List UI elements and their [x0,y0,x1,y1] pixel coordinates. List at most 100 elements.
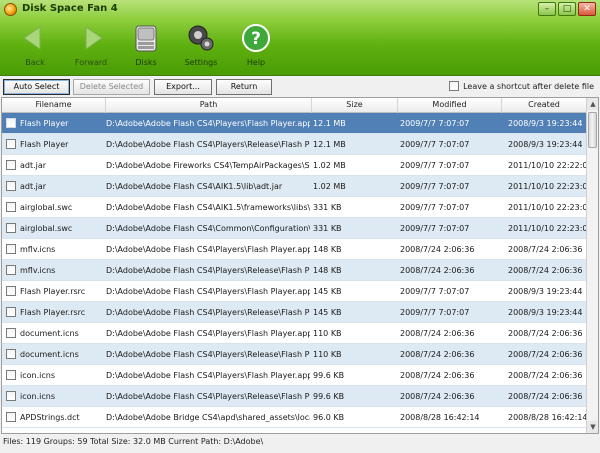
table-row[interactable]: document.icns D:\Adobe\Adobe Flash CS4\Pl… [2,344,587,365]
row-checkbox[interactable] [6,370,16,380]
column-created[interactable]: Created [502,98,587,113]
cell-filename: Flash Player.rsrc [20,287,86,296]
action-bar: Auto Select Delete Selected Export... Re… [0,77,600,97]
return-button[interactable]: Return [216,79,272,95]
close-button[interactable]: ✕ [578,2,596,16]
settings-button[interactable]: Settings [178,20,224,72]
table-row[interactable]: adt.jar D:\Adobe\Adobe Flash CS4\AIK1.5\l… [2,176,587,197]
title-bar: Disk Space Fan 4 – □ ✕ [0,0,600,20]
cell-size: 12.1 MB [313,119,346,128]
scroll-down-icon[interactable]: ▼ [587,421,598,433]
disk-drive-icon [131,23,161,53]
row-checkbox[interactable] [6,412,16,422]
cell-filename: adt.jar [20,182,47,191]
delete-selected-button[interactable]: Delete Selected [73,79,150,95]
cell-size: 1.02 MB [313,161,346,170]
cell-path: D:\Adobe\Adobe Flash CS4\AIK1.5\framewor… [106,203,310,212]
cell-modified: 2009/7/7 7:07:07 [400,308,470,317]
help-button[interactable]: ? Help [233,20,279,72]
column-path[interactable]: Path [106,98,312,113]
row-checkbox[interactable] [6,391,16,401]
table-row[interactable]: document.icns D:\Adobe\Adobe Flash CS4\Pl… [2,323,587,344]
cell-modified: 2008/7/24 2:06:36 [400,392,475,401]
cell-path: D:\Adobe\Adobe Flash CS4\Players\Release… [106,350,310,359]
table-header: Filename Path Size Modified Created [2,98,587,113]
table-row[interactable]: Flash Player.rsrc D:\Adobe\Adobe Flash CS… [2,281,587,302]
column-size[interactable]: Size [312,98,398,113]
cell-path: D:\Adobe\Adobe Flash CS4\Players\Flash P… [106,119,310,128]
shortcut-label: Leave a shortcut after delete file [463,81,594,91]
column-modified[interactable]: Modified [398,98,502,113]
cell-size: 99.6 KB [313,371,345,380]
cell-filename: adt.jar [20,161,47,170]
row-checkbox[interactable] [6,307,16,317]
cell-created: 2008/7/24 2:06:36 [508,329,583,338]
app-logo-icon [4,3,17,16]
vertical-scrollbar[interactable]: ▲ ▼ [586,98,598,433]
file-table: Filename Path Size Modified Created Flas… [1,97,599,434]
table-row[interactable]: icon.icns D:\Adobe\Adobe Flash CS4\Player… [2,365,587,386]
shortcut-checkbox[interactable] [449,81,460,91]
maximize-button[interactable]: □ [558,2,576,16]
disks-button[interactable]: Disks [123,20,169,72]
row-checkbox[interactable] [6,118,16,128]
table-row[interactable]: APDStrings.dct D:\Adobe\Adobe Bridge CS4\… [2,407,587,428]
cell-filename: Flash Player [20,140,69,149]
table-row[interactable]: mflv.icns D:\Adobe\Adobe Flash CS4\Player… [2,239,587,260]
table-row[interactable]: airglobal.swc D:\Adobe\Adobe Flash CS4\AI… [2,197,587,218]
cell-filename: document.icns [20,329,79,338]
table-row[interactable]: Flash Player D:\Adobe\Adobe Flash CS4\Pla… [2,134,587,155]
main-toolbar: Back Forward Disks Settings ? Help [0,20,600,76]
cell-filename: mflv.icns [20,266,56,275]
cell-filename: APDStrings.dct [20,413,80,422]
cell-filename: Flash Player.rsrc [20,308,86,317]
cell-created: 2008/9/3 19:23:44 [508,308,583,317]
cell-size: 145 KB [313,308,342,317]
table-row[interactable]: adt.jar D:\Adobe\Adobe Fireworks CS4\Temp… [2,155,587,176]
row-checkbox[interactable] [6,223,16,233]
cell-path: D:\Adobe\Adobe Flash CS4\Players\Release… [106,266,310,275]
cell-created: 2008/7/24 2:06:36 [508,245,583,254]
row-checkbox[interactable] [6,202,16,212]
row-checkbox[interactable] [6,181,16,191]
cell-filename: icon.icns [20,371,55,380]
back-arrow-icon [20,23,50,53]
cell-path: D:\Adobe\Adobe Fireworks CS4\TempAirPack… [106,161,310,170]
table-row[interactable]: Flash Player.rsrc D:\Adobe\Adobe Flash CS… [2,302,587,323]
shortcut-option[interactable]: Leave a shortcut after delete file [449,81,594,91]
cell-size: 12.1 MB [313,140,346,149]
scroll-up-icon[interactable]: ▲ [587,98,598,110]
row-checkbox[interactable] [6,328,16,338]
cell-filename: airglobal.swc [20,203,73,212]
cell-modified: 2008/8/28 16:42:14 [400,413,480,422]
row-checkbox[interactable] [6,286,16,296]
table-row[interactable]: mflv.icns D:\Adobe\Adobe Flash CS4\Player… [2,260,587,281]
table-row[interactable]: airglobal.swc D:\Adobe\Adobe Flash CS4\Co… [2,218,587,239]
export-button[interactable]: Export... [154,79,212,95]
table-row[interactable]: Flash Player D:\Adobe\Adobe Flash CS4\Pla… [2,113,587,134]
minimize-button[interactable]: – [538,2,556,16]
row-checkbox[interactable] [6,244,16,254]
back-button[interactable]: Back [12,20,58,72]
cell-modified: 2008/7/24 2:06:36 [400,329,475,338]
cell-modified: 2009/7/7 7:07:07 [400,140,470,149]
column-filename[interactable]: Filename [2,98,106,113]
cell-filename: airglobal.swc [20,224,73,233]
cell-path: D:\Adobe\Adobe Bridge CS4\apd\shared_ass… [106,413,310,422]
cell-created: 2008/7/24 2:06:36 [508,371,583,380]
table-body: Flash Player D:\Adobe\Adobe Flash CS4\Pla… [2,113,587,428]
scrollbar-thumb[interactable] [588,112,597,148]
forward-button[interactable]: Forward [68,20,114,72]
row-checkbox[interactable] [6,265,16,275]
row-checkbox[interactable] [6,139,16,149]
cell-created: 2008/7/24 2:06:36 [508,266,583,275]
cell-size: 331 KB [313,203,342,212]
header-area: Disk Space Fan 4 – □ ✕ Back Forward Disk… [0,0,600,76]
window-controls: – □ ✕ [538,2,596,16]
auto-select-button[interactable]: Auto Select [3,79,70,95]
row-checkbox[interactable] [6,160,16,170]
cell-path: D:\Adobe\Adobe Flash CS4\Players\Flash P… [106,287,310,296]
cell-path: D:\Adobe\Adobe Flash CS4\Players\Release… [106,140,310,149]
row-checkbox[interactable] [6,349,16,359]
table-row[interactable]: icon.icns D:\Adobe\Adobe Flash CS4\Player… [2,386,587,407]
